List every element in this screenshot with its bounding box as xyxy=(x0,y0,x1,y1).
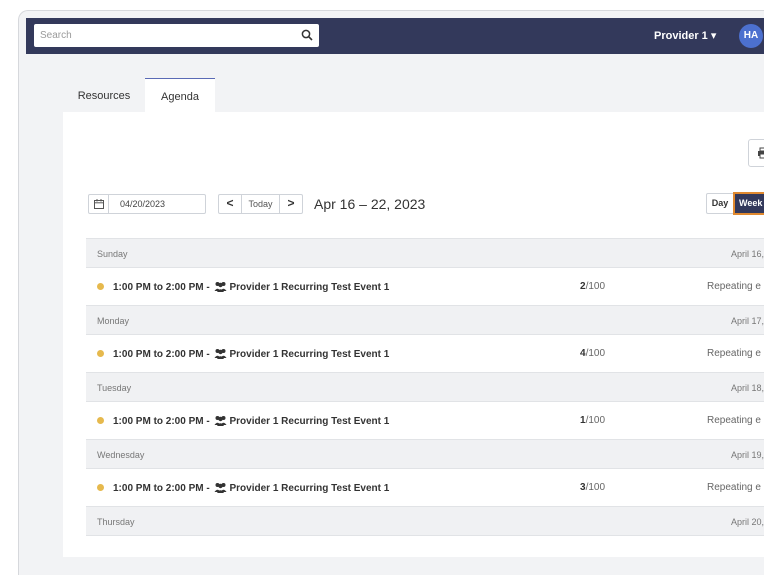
event-time: 1:00 PM to 2:00 PM - xyxy=(113,416,213,427)
event-status-dot xyxy=(97,417,104,424)
search-box xyxy=(34,24,319,47)
day-name: Sunday xyxy=(97,249,128,259)
event-repeat-status: Repeating e xyxy=(707,482,761,493)
event-repeat-status: Repeating e xyxy=(707,281,761,292)
event-title[interactable]: 1:00 PM to 2:00 PM - Provider 1 Recurrin… xyxy=(113,348,389,360)
day-header-row: Tuesday April 18, xyxy=(86,373,764,402)
day-name: Monday xyxy=(97,316,130,326)
event-title[interactable]: 1:00 PM to 2:00 PM - Provider 1 Recurrin… xyxy=(113,415,389,427)
day-date: April 17, xyxy=(730,316,764,326)
date-input-value[interactable]: 04/20/2023 xyxy=(120,199,165,209)
day-header-row: Monday April 17, xyxy=(86,306,764,335)
tab-agenda[interactable]: Agenda xyxy=(145,78,215,112)
event-time: 1:00 PM to 2:00 PM - xyxy=(113,349,213,360)
day-header-row: Sunday April 16, xyxy=(86,239,764,268)
event-status-dot xyxy=(97,484,104,491)
group-icon xyxy=(214,416,227,426)
print-button[interactable] xyxy=(748,139,764,167)
event-resource-name: Provider 1 Recurring Test Event 1 xyxy=(229,282,390,293)
event-time: 1:00 PM to 2:00 PM - xyxy=(113,282,213,293)
day-date: April 20, xyxy=(730,517,764,527)
search-icon[interactable] xyxy=(301,29,313,41)
group-icon xyxy=(214,483,227,493)
top-navigation-bar: Provider 1 ▾ HA xyxy=(26,18,764,54)
day-name: Thursday xyxy=(97,517,135,527)
day-view-button[interactable]: Day xyxy=(706,193,734,214)
day-header-row: Wednesday April 19, xyxy=(86,440,764,469)
event-attendance: 2/100 xyxy=(580,281,606,292)
tab-resources[interactable]: Resources xyxy=(64,78,144,112)
event-row[interactable]: 1:00 PM to 2:00 PM - Provider 1 Recurrin… xyxy=(86,469,764,507)
event-resource-name: Provider 1 Recurring Test Event 1 xyxy=(229,349,390,360)
print-icon xyxy=(758,147,764,159)
group-icon xyxy=(214,349,227,359)
day-date: April 19, xyxy=(730,450,764,460)
event-repeat-status: Repeating e xyxy=(707,415,761,426)
agenda-list: Sunday April 16, 1:00 PM to 2:00 PM - Pr… xyxy=(86,238,764,536)
event-time: 1:00 PM to 2:00 PM - xyxy=(113,483,213,494)
date-picker[interactable]: 04/20/2023 xyxy=(88,194,206,214)
calendar-icon-button[interactable] xyxy=(89,195,109,213)
event-repeat-status: Repeating e xyxy=(707,348,761,359)
day-date: April 18, xyxy=(730,383,764,393)
event-title[interactable]: 1:00 PM to 2:00 PM - Provider 1 Recurrin… xyxy=(113,281,389,293)
group-icon xyxy=(214,282,227,292)
today-button[interactable]: Today xyxy=(241,194,280,214)
event-resource-name: Provider 1 Recurring Test Event 1 xyxy=(229,416,390,427)
provider-dropdown[interactable]: Provider 1 ▾ xyxy=(654,29,716,42)
previous-week-button[interactable]: < xyxy=(218,194,242,214)
event-attendance: 3/100 xyxy=(580,482,606,493)
event-status-dot xyxy=(97,350,104,357)
event-title[interactable]: 1:00 PM to 2:00 PM - Provider 1 Recurrin… xyxy=(113,482,389,494)
day-date: April 16, xyxy=(730,249,764,259)
calendar-icon xyxy=(94,199,104,209)
event-attendance: 1/100 xyxy=(580,415,606,426)
next-week-button[interactable]: > xyxy=(279,194,303,214)
event-row[interactable]: 1:00 PM to 2:00 PM - Provider 1 Recurrin… xyxy=(86,402,764,440)
user-avatar[interactable]: HA xyxy=(739,24,763,48)
day-name: Wednesday xyxy=(97,450,145,460)
day-name: Tuesday xyxy=(97,383,132,393)
week-view-button[interactable]: Week xyxy=(733,192,764,215)
event-attendance: 4/100 xyxy=(580,348,606,359)
date-range-title: Apr 16 – 22, 2023 xyxy=(314,196,426,212)
day-header-row: Thursday April 20, xyxy=(86,507,764,536)
event-row[interactable]: 1:00 PM to 2:00 PM - Provider 1 Recurrin… xyxy=(86,268,764,306)
event-row[interactable]: 1:00 PM to 2:00 PM - Provider 1 Recurrin… xyxy=(86,335,764,373)
search-input[interactable] xyxy=(34,24,294,47)
event-status-dot xyxy=(97,283,104,290)
event-resource-name: Provider 1 Recurring Test Event 1 xyxy=(229,483,390,494)
